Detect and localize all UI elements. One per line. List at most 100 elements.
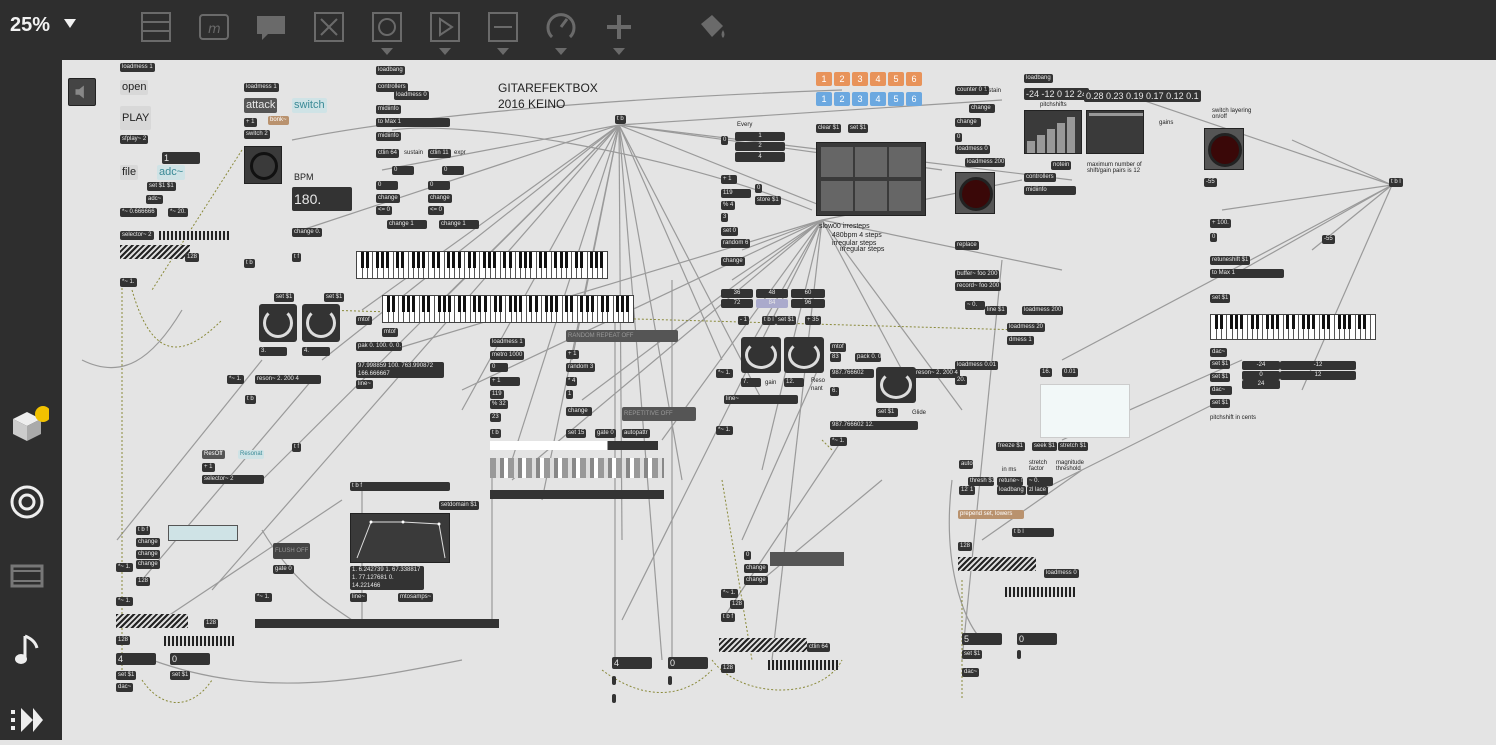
add-dropdown-icon[interactable] [613,48,625,55]
black-key[interactable] [1327,315,1331,330]
black-key[interactable] [580,296,584,312]
black-key[interactable] [1322,315,1326,330]
num-23[interactable]: 23 [490,413,501,422]
set-object[interactable]: set $1 $1 [147,182,176,191]
midiinfo-object[interactable]: midiinfo [376,105,401,114]
multiply-object-7[interactable]: *~ 1. [116,597,133,606]
tbf-object-3[interactable]: 0 [744,551,752,560]
thresh-number[interactable]: ~ 0. [1027,477,1053,486]
random6-object[interactable]: change [721,257,745,266]
pitch-option-m12[interactable]: -12 [1280,361,1356,370]
channel-menu-4[interactable]: 0 [1017,633,1057,645]
black-key[interactable] [554,252,558,268]
line-object-2[interactable]: line~ [350,593,367,602]
black-key[interactable] [1358,315,1362,330]
tf-object[interactable]: t f [292,253,302,262]
black-key[interactable] [544,252,548,268]
multiply-object-9[interactable]: *~ 1. [255,593,272,602]
glide-value[interactable]: set $1 [876,408,898,417]
change-object-5[interactable]: 0 [755,184,763,193]
target-icon[interactable] [9,482,49,522]
clear-object[interactable]: set $1 [848,124,869,133]
black-key[interactable] [1255,315,1259,330]
black-key[interactable] [626,296,630,312]
black-key[interactable] [463,296,467,312]
preset-blue-3[interactable]: 3 [852,92,868,106]
black-key[interactable] [1235,315,1239,330]
multiply-object-4[interactable]: *~ 1. [116,563,133,572]
plus35-object[interactable]: mtof [830,343,846,352]
ctlin-object[interactable]: ctlin 64 [376,149,400,158]
black-key[interactable] [375,252,379,268]
dial-icon[interactable] [544,10,578,55]
attack-tab[interactable]: attack [244,98,278,113]
zero-number-2[interactable]: 0 [428,181,450,190]
ms-number[interactable]: thresh $1 [968,477,994,486]
black-key[interactable] [416,252,420,268]
selector-object-2[interactable]: selector~ 2 [202,475,264,484]
preset-blue-1[interactable]: 1 [816,92,832,106]
tbl-object[interactable]: set $1 [776,316,797,325]
gain-values-message[interactable]: 0.28 0.23 0.19 0.17 0.12 0.1 [1084,90,1201,102]
dac-object-1[interactable]: dac~ [116,683,134,692]
loadmess-object-11[interactable]: -55 [1322,235,1335,244]
loadmess-object-10[interactable]: -55 [1204,178,1217,187]
loadmess-object-5[interactable]: line $1 [985,306,1007,315]
plus-object-5[interactable]: 119 [721,189,751,198]
gain-value[interactable]: 7. [741,378,761,387]
output-slider-1[interactable] [116,614,188,628]
black-key[interactable] [1276,315,1280,330]
gain-number[interactable]: 128 [185,253,200,262]
gain-slider[interactable] [120,245,190,259]
zoom-level[interactable]: 25% [10,14,50,37]
lte-object[interactable]: <= 0 [376,206,393,215]
preset-orange-2[interactable]: 2 [834,72,850,86]
black-key[interactable] [519,296,523,312]
filter-dial-1[interactable] [259,304,297,342]
note-48[interactable]: 48 [756,289,788,298]
preset-orange-4[interactable]: 4 [870,72,886,86]
black-key[interactable] [498,296,502,312]
black-key[interactable] [514,296,518,312]
set-object-5[interactable]: + 35 [805,316,821,325]
mtof-object-2[interactable]: mtof [382,328,398,337]
channel-menu-5[interactable]: 4 [612,657,652,669]
midiinfo-object-2[interactable]: midiinfo [376,132,401,141]
toggle-icon[interactable] [312,10,346,44]
file-message[interactable]: file [120,165,139,180]
black-key[interactable] [493,252,497,268]
button-icon[interactable] [370,10,404,55]
metro-object[interactable]: metro 1000 [490,351,525,360]
loadbang-object-3[interactable]: + 100. [1210,219,1231,228]
tb-object-2[interactable]: t b [245,395,256,404]
audio-toggle-icon[interactable] [68,78,96,106]
change-object-3[interactable]: change [428,194,452,203]
black-key[interactable] [616,296,620,312]
sig-object[interactable]: 20. [955,376,968,385]
mtosamps-object[interactable]: mtosamps~ [398,593,434,602]
channel-menu-2[interactable]: 0 [170,653,210,665]
tbl-object-2[interactable]: notein [1051,161,1072,170]
black-key[interactable] [570,296,574,312]
to-max-menu[interactable]: to Max 1 [376,118,450,127]
loadbang-object-2[interactable]: loadbang [1024,74,1053,83]
mtof-object[interactable]: mtof [356,316,372,325]
value-987b[interactable]: 987.766602 12. [830,421,918,430]
multiply-object-11[interactable]: 128 [730,600,745,609]
black-key[interactable] [488,252,492,268]
black-key[interactable] [386,252,390,268]
loadmess-object-3[interactable]: loadmess 0 [394,91,429,100]
gain-object[interactable]: *~ 0.666666 [120,208,157,217]
multiply-object[interactable]: *~ 1. [120,278,137,287]
retune-object[interactable]: prepend set, lowers [958,510,1024,519]
selector-object[interactable]: selector~ 2 [120,231,154,240]
note-96[interactable]: 96 [791,299,825,308]
black-key[interactable] [432,252,436,268]
black-key[interactable] [1306,315,1310,330]
flush-toggle[interactable]: FLUSH OFF [273,543,311,559]
times4-object[interactable]: 1 [566,390,574,399]
layering-led[interactable] [1204,128,1244,170]
mod-32[interactable]: % 32 [490,400,508,409]
black-key[interactable] [458,296,462,312]
black-key[interactable] [412,296,416,312]
